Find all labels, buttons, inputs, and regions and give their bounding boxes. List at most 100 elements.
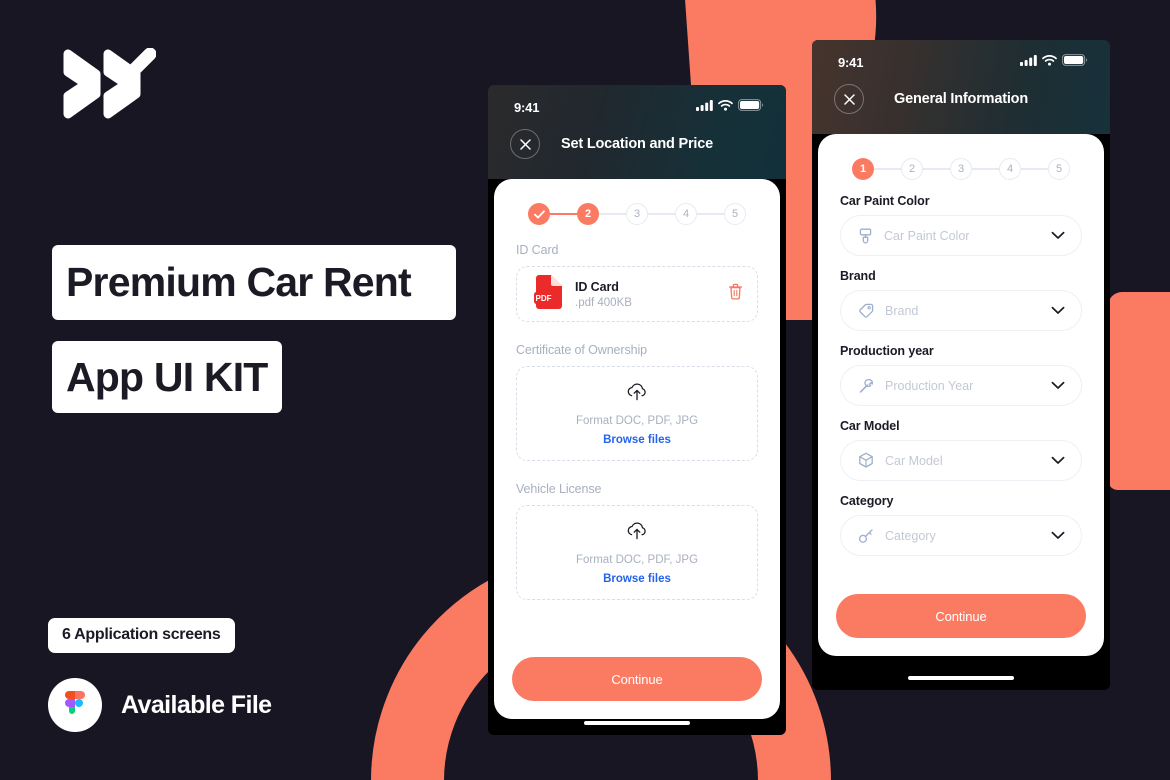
cloud-upload-icon [626, 521, 648, 545]
chevron-down-icon[interactable] [1051, 381, 1065, 390]
stepper-line-4 [697, 213, 724, 215]
stepper-line-1 [874, 168, 901, 170]
cloud-upload-icon [626, 382, 648, 406]
car-model-select[interactable]: Car Model [840, 440, 1082, 481]
phone-right-status-bar: 9:41 [812, 40, 1110, 72]
key-icon [858, 528, 874, 544]
phone-mid-status-bar: 9:41 [488, 85, 786, 117]
category-select[interactable]: Category [840, 515, 1082, 556]
field-brand: Brand Brand [840, 269, 1082, 331]
stepper-line-2 [923, 168, 950, 170]
upload-dropzone-certificate[interactable]: Format DOC, PDF, JPG Browse files [516, 366, 758, 461]
headline-line-1: Premium Car Rent [52, 245, 456, 320]
stepper-line-2 [599, 213, 626, 215]
chevron-down-icon[interactable] [1051, 306, 1065, 315]
wrench-icon [858, 378, 874, 394]
field-label: Car Paint Color [840, 194, 930, 208]
phone-right-cta-wrap: Continue [818, 594, 1104, 656]
screens-count-badge: 6 Application screens [48, 618, 235, 653]
phone-right-nav: General Information [812, 72, 1110, 114]
decor-slab-right [1108, 292, 1170, 490]
chevron-down-icon[interactable] [1051, 456, 1065, 465]
battery-icon [738, 98, 764, 116]
browse-files-link[interactable]: Browse files [603, 573, 671, 585]
field-production-year: Production year Production Year [840, 344, 1082, 406]
select-placeholder: Car Model [885, 453, 943, 468]
section-label-id-card: ID Card [516, 243, 559, 257]
browse-files-link[interactable]: Browse files [603, 434, 671, 446]
select-placeholder: Category [885, 528, 936, 543]
stepper-step-5[interactable]: 5 [1048, 158, 1070, 180]
svg-text:PDF: PDF [536, 294, 552, 303]
headline-line-1-text: Premium Car Rent [66, 259, 412, 305]
close-icon[interactable] [834, 84, 864, 114]
upload-dropzone-vehicle-license[interactable]: Format DOC, PDF, JPG Browse files [516, 505, 758, 600]
stepper-step-1[interactable] [528, 203, 550, 225]
car-paint-color-select[interactable]: Car Paint Color [840, 215, 1082, 256]
field-label: Category [840, 494, 894, 508]
home-indicator [908, 676, 1014, 680]
stepper-step-1[interactable]: 1 [852, 158, 874, 180]
status-time: 9:41 [514, 99, 540, 115]
available-file-label: Available File [121, 690, 272, 719]
stepper-step-2[interactable]: 2 [901, 158, 923, 180]
chevron-down-icon[interactable] [1051, 231, 1065, 240]
stepper-step-3[interactable]: 3 [950, 158, 972, 180]
stepper-step-2[interactable]: 2 [577, 203, 599, 225]
file-name: ID Card [575, 279, 619, 294]
section-label-vehicle-license: Vehicle License [516, 482, 602, 496]
file-meta: ID Card .pdf 400KB [575, 280, 728, 309]
phone-right-stepper: 1 2 3 4 5 [818, 134, 1104, 180]
phone-mid-nav: Set Location and Price [488, 117, 786, 159]
select-placeholder: Car Paint Color [884, 228, 970, 243]
field-category: Category Category [840, 494, 1082, 556]
status-indicators [1020, 53, 1088, 71]
stepper-line-4 [1021, 168, 1048, 170]
select-placeholder: Production Year [885, 378, 974, 393]
stepper-step-3[interactable]: 3 [626, 203, 648, 225]
stepper-step-5[interactable]: 5 [724, 203, 746, 225]
phone-right-header: 9:41 General Information [812, 40, 1110, 134]
paint-roller-icon [858, 228, 873, 244]
stepper-line-1 [550, 213, 577, 215]
headline-line-2-text: App UI KIT [66, 353, 268, 400]
close-icon[interactable] [510, 129, 540, 159]
wifi-icon [1042, 53, 1057, 71]
signal-bars-icon [696, 98, 713, 116]
status-indicators [696, 98, 764, 116]
brand-select[interactable]: Brand [840, 290, 1082, 331]
field-label: Brand [840, 269, 876, 283]
battery-icon [1062, 53, 1088, 71]
trash-icon[interactable] [728, 283, 743, 305]
phone-mid-cta-wrap: Continue [494, 657, 780, 719]
section-label-certificate-of-ownership: Certificate of Ownership [516, 343, 647, 357]
document-upload-list: ID Card PDF ID Card .pdf 400KB Certifica… [494, 225, 780, 657]
chevron-down-icon[interactable] [1051, 531, 1065, 540]
pdf-file-icon: PDF [534, 274, 562, 314]
stepper-line-3 [648, 213, 675, 215]
field-label: Production year [840, 344, 934, 358]
wifi-icon [718, 98, 733, 116]
field-car-paint-color: Car Paint Color Car Paint Color [840, 194, 1082, 256]
phone-set-location-and-price: 9:41 Set Location and Price 2 3 4 5 ID C… [488, 85, 786, 735]
stepper-step-4[interactable]: 4 [675, 203, 697, 225]
uploaded-file-row: PDF ID Card .pdf 400KB [516, 266, 758, 322]
upload-format-hint: Format DOC, PDF, JPG [575, 414, 699, 427]
figma-icon [48, 678, 102, 732]
production-year-select[interactable]: Production Year [840, 365, 1082, 406]
field-car-model: Car Model Car Model [840, 419, 1082, 481]
field-label: Car Model [840, 419, 900, 433]
continue-button[interactable]: Continue [512, 657, 762, 701]
file-size: .pdf 400KB [575, 296, 632, 309]
tag-icon [858, 303, 874, 319]
select-placeholder: Brand [885, 303, 919, 318]
cube-icon [858, 452, 874, 469]
screens-count-label: 6 Application screens [62, 626, 221, 643]
headline-line-2: App UI KIT [52, 341, 282, 413]
phone-general-information: 9:41 General Information 1 2 3 4 5 Car P… [812, 40, 1110, 690]
general-information-form: Car Paint Color Car Paint Color Brand Br… [818, 180, 1104, 594]
phone-mid-header: 9:41 Set Location and Price [488, 85, 786, 179]
stepper-step-4[interactable]: 4 [999, 158, 1021, 180]
continue-button[interactable]: Continue [836, 594, 1086, 638]
upload-format-hint: Format DOC, PDF, JPG [575, 553, 699, 566]
